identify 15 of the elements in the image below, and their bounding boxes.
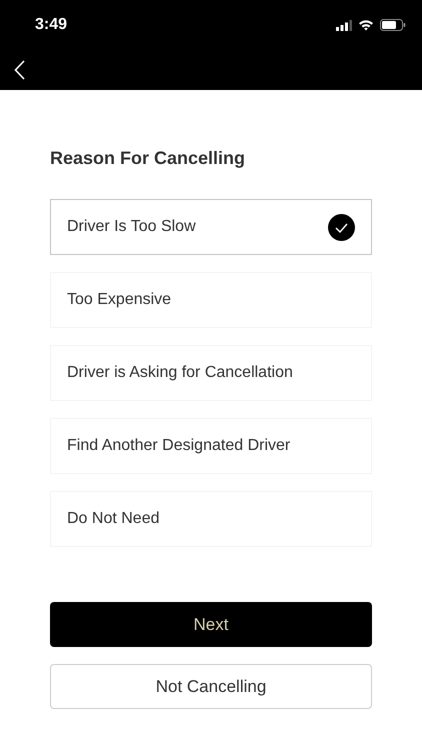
not-cancelling-button[interactable]: Not Cancelling xyxy=(50,664,372,709)
chevron-left-icon xyxy=(14,60,26,80)
reason-option[interactable]: Too Expensive xyxy=(50,272,372,328)
reason-option[interactable]: Driver Is Too Slow xyxy=(50,199,372,255)
page-title: Reason For Cancelling xyxy=(50,148,246,169)
reason-option[interactable]: Do Not Need xyxy=(50,491,372,547)
next-button[interactable]: Next xyxy=(50,602,372,647)
reason-option[interactable]: Find Another Designated Driver xyxy=(50,418,372,474)
checkmark-icon xyxy=(328,214,355,240)
signal-icon xyxy=(336,20,352,30)
wifi-icon xyxy=(358,19,374,31)
reason-option[interactable]: Driver is Asking for Cancellation xyxy=(50,345,372,401)
back-button[interactable] xyxy=(14,60,26,80)
status-time: 3:49 xyxy=(35,16,68,34)
battery-icon xyxy=(380,19,406,31)
